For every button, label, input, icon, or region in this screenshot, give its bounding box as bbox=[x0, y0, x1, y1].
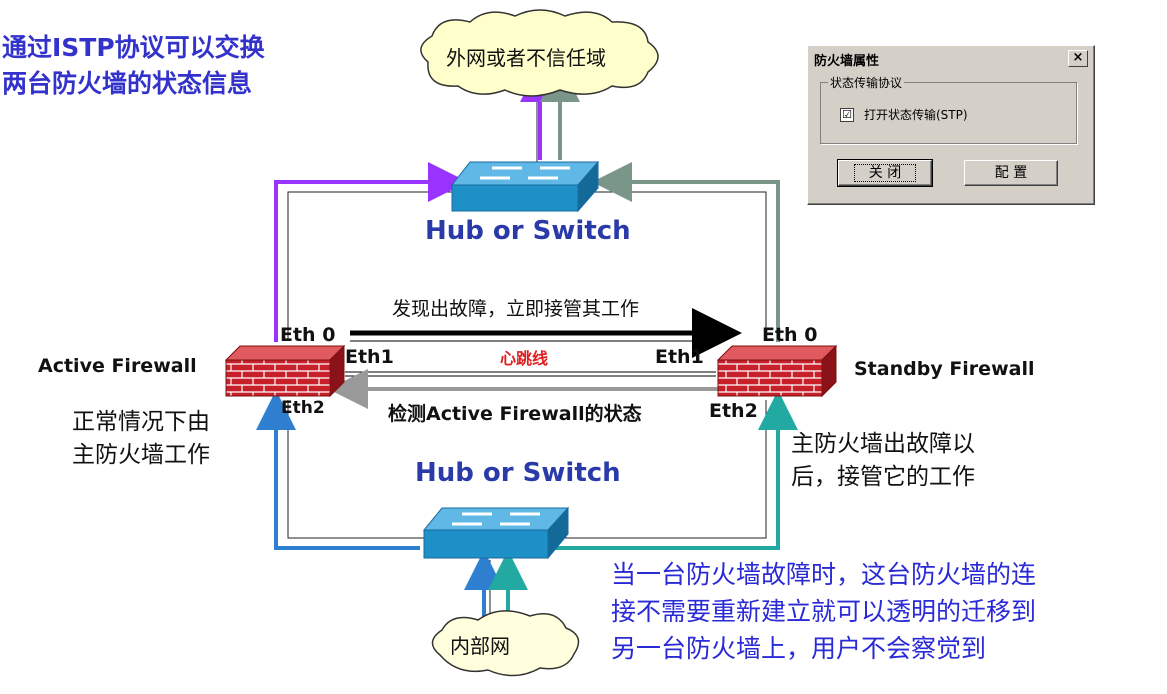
internal-network-label: 内部网 bbox=[450, 634, 510, 658]
bottom-note-line-3: 另一台防火墙上，用户不会察觉到 bbox=[611, 634, 987, 663]
bottom-note-line-1: 当一台防火墙故障时，这台防火墙的连 bbox=[611, 560, 1037, 589]
config-button[interactable]: 配 置 bbox=[964, 160, 1058, 186]
left-caption-line-1: 正常情况下由 bbox=[72, 409, 210, 435]
top-switch bbox=[450, 160, 600, 213]
group-label: 状态传输协议 bbox=[828, 74, 905, 91]
diagram-title-line-1: 通过ISTP协议可以交换 bbox=[2, 33, 265, 62]
active-firewall-icon bbox=[224, 344, 346, 398]
close-icon[interactable]: × bbox=[1068, 50, 1088, 67]
takeover-arrow bbox=[350, 308, 742, 358]
standby-firewall-label: Standby Firewall bbox=[854, 358, 1035, 380]
bottom-hub-label: Hub or Switch bbox=[415, 458, 621, 488]
firewall-properties-dialog: 防火墙属性 × 状态传输协议 ☑ 打开状态传输(STP) 关 闭 配 置 bbox=[807, 45, 1095, 205]
standby-eth2-label: Eth2 bbox=[709, 400, 758, 422]
active-eth2-label: Eth2 bbox=[281, 398, 325, 418]
stp-checkbox[interactable]: ☑ bbox=[840, 108, 854, 122]
right-caption-line-1: 主防火墙出故障以 bbox=[791, 431, 975, 457]
close-button[interactable]: 关 闭 bbox=[837, 159, 933, 187]
diagram-title-line-2: 两台防火墙的状态信息 bbox=[2, 69, 253, 98]
top-hub-label: Hub or Switch bbox=[425, 216, 631, 246]
dialog-titlebar[interactable]: 防火墙属性 × bbox=[810, 48, 1092, 69]
stp-checkbox-label: 打开状态传输(STP) bbox=[864, 108, 968, 122]
active-eth0-label: Eth 0 bbox=[280, 324, 336, 346]
left-caption-line-2: 主防火墙工作 bbox=[72, 442, 210, 468]
active-firewall-label: Active Firewall bbox=[38, 355, 197, 377]
heartbeat-line bbox=[345, 371, 716, 377]
heartbeat-label: 心跳线 bbox=[500, 349, 549, 368]
internet-cloud-label: 外网或者不信任域 bbox=[446, 46, 606, 70]
detect-label: 检测Active Firewall的状态 bbox=[388, 403, 642, 425]
bottom-note-line-2: 接不需要重新建立就可以透明的迁移到 bbox=[611, 597, 1037, 626]
standby-eth1-label: Eth1 bbox=[655, 346, 704, 368]
close-button-label: 关 闭 bbox=[853, 164, 917, 182]
active-eth1-label: Eth1 bbox=[345, 346, 394, 368]
dialog-title: 防火墙属性 bbox=[814, 54, 880, 69]
standby-firewall-icon bbox=[716, 344, 838, 398]
right-caption-line-2: 后，接管它的工作 bbox=[791, 464, 975, 490]
takeover-label: 发现出故障，立即接管其工作 bbox=[392, 298, 640, 320]
bottom-switch bbox=[422, 506, 570, 560]
standby-eth0-label: Eth 0 bbox=[762, 324, 818, 346]
